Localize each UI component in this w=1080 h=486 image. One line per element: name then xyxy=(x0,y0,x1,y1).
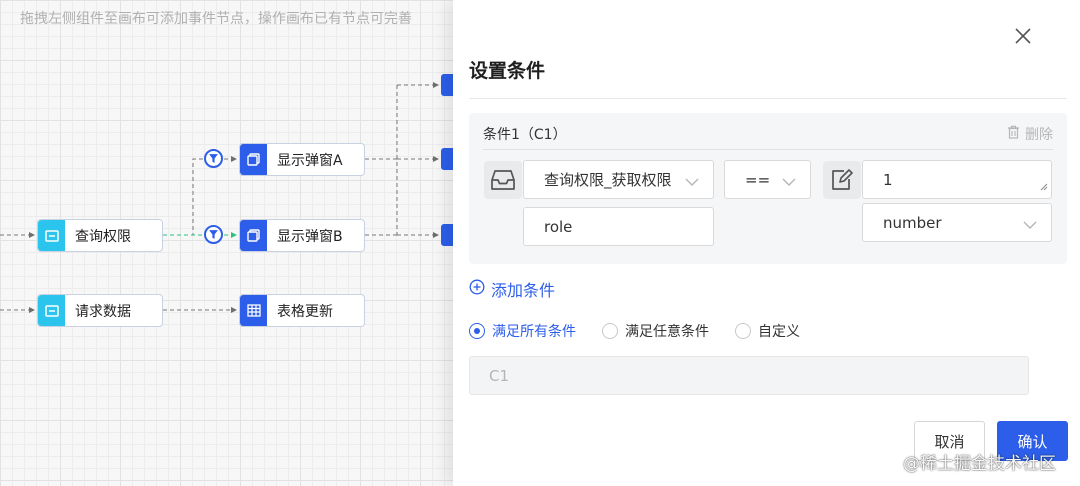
radio-dot xyxy=(735,323,751,339)
add-condition-label: 添加条件 xyxy=(491,281,556,300)
radio-custom[interactable]: 自定义 xyxy=(735,321,800,341)
divider xyxy=(483,149,1053,150)
chevron-down-icon xyxy=(1023,216,1037,234)
condition-drawer: 设置条件 条件1（C1） 删除 查询权限_获取权限 role == 1 numb… xyxy=(453,0,1080,486)
close-icon[interactable] xyxy=(1013,26,1033,46)
radio-match-any[interactable]: 满足任意条件 xyxy=(602,321,709,341)
filter-icon[interactable] xyxy=(204,225,223,244)
operator-select[interactable]: == xyxy=(724,160,811,199)
input-value: role xyxy=(544,217,573,236)
node-partial[interactable] xyxy=(441,74,453,96)
input-value: 1 xyxy=(883,170,893,189)
node-label: 请求数据 xyxy=(75,303,131,320)
plus-circle-icon xyxy=(469,279,485,299)
select-value: == xyxy=(745,170,771,189)
node-show-dialog-a[interactable]: 显示弹窗A xyxy=(239,143,365,176)
panel-title: 设置条件 xyxy=(469,60,546,82)
node-label: 查询权限 xyxy=(75,228,131,245)
node-table-update[interactable]: 表格更新 xyxy=(239,294,365,327)
resize-handle-icon[interactable] xyxy=(1039,177,1048,195)
edge-query-to-dialog-a xyxy=(163,158,203,236)
radio-match-all[interactable]: 满足所有条件 xyxy=(469,321,576,341)
node-show-dialog-b[interactable]: 显示弹窗B xyxy=(239,219,365,252)
source-field-input[interactable]: role xyxy=(523,207,714,246)
select-value: number xyxy=(883,213,942,232)
form-icon xyxy=(38,295,65,326)
add-condition-button[interactable]: 添加条件 xyxy=(469,277,555,301)
source-select[interactable]: 查询权限_获取权限 xyxy=(523,160,714,199)
node-label: 显示弹窗B xyxy=(277,228,343,245)
node-label: 显示弹窗A xyxy=(277,152,343,169)
radio-dot xyxy=(602,323,618,339)
watermark: @稀土掘金技术社区 xyxy=(903,454,1056,474)
window-icon xyxy=(240,144,267,175)
value-type-select[interactable]: number xyxy=(862,203,1052,242)
radio-label: 满足任意条件 xyxy=(625,324,709,340)
flow-canvas[interactable]: 拖拽左侧组件至画布可添加事件节点，操作画布已有节点可完善 查询权限 请求数据 显… xyxy=(0,0,453,486)
node-partial[interactable] xyxy=(441,148,453,170)
condition-card: 条件1（C1） 删除 查询权限_获取权限 role == 1 number xyxy=(469,113,1067,264)
node-label: 表格更新 xyxy=(277,303,333,320)
select-value: 查询权限_获取权限 xyxy=(544,171,672,189)
delete-label: 删除 xyxy=(1025,127,1053,143)
edit-icon[interactable] xyxy=(823,161,861,199)
match-mode-group: 满足所有条件 满足任意条件 自定义 xyxy=(469,321,800,341)
form-icon xyxy=(38,220,65,251)
delete-condition-button[interactable]: 删除 xyxy=(1007,124,1053,144)
expression-input[interactable]: C1 xyxy=(469,356,1029,395)
value-textarea[interactable]: 1 xyxy=(862,160,1052,199)
radio-label: 自定义 xyxy=(758,324,800,340)
divider xyxy=(469,98,1067,99)
radio-label: 满足所有条件 xyxy=(492,324,576,340)
window-icon xyxy=(240,220,267,251)
radio-dot xyxy=(469,323,485,339)
node-partial[interactable] xyxy=(441,224,453,246)
filter-icon[interactable] xyxy=(204,149,223,168)
node-request-data[interactable]: 请求数据 xyxy=(37,294,163,327)
node-query-permission[interactable]: 查询权限 xyxy=(37,219,163,252)
inbox-icon xyxy=(484,161,522,199)
table-icon xyxy=(240,295,267,326)
trash-icon xyxy=(1007,125,1020,143)
chevron-down-icon xyxy=(782,173,796,191)
condition-title: 条件1（C1） xyxy=(483,127,567,143)
chevron-down-icon xyxy=(685,173,699,191)
